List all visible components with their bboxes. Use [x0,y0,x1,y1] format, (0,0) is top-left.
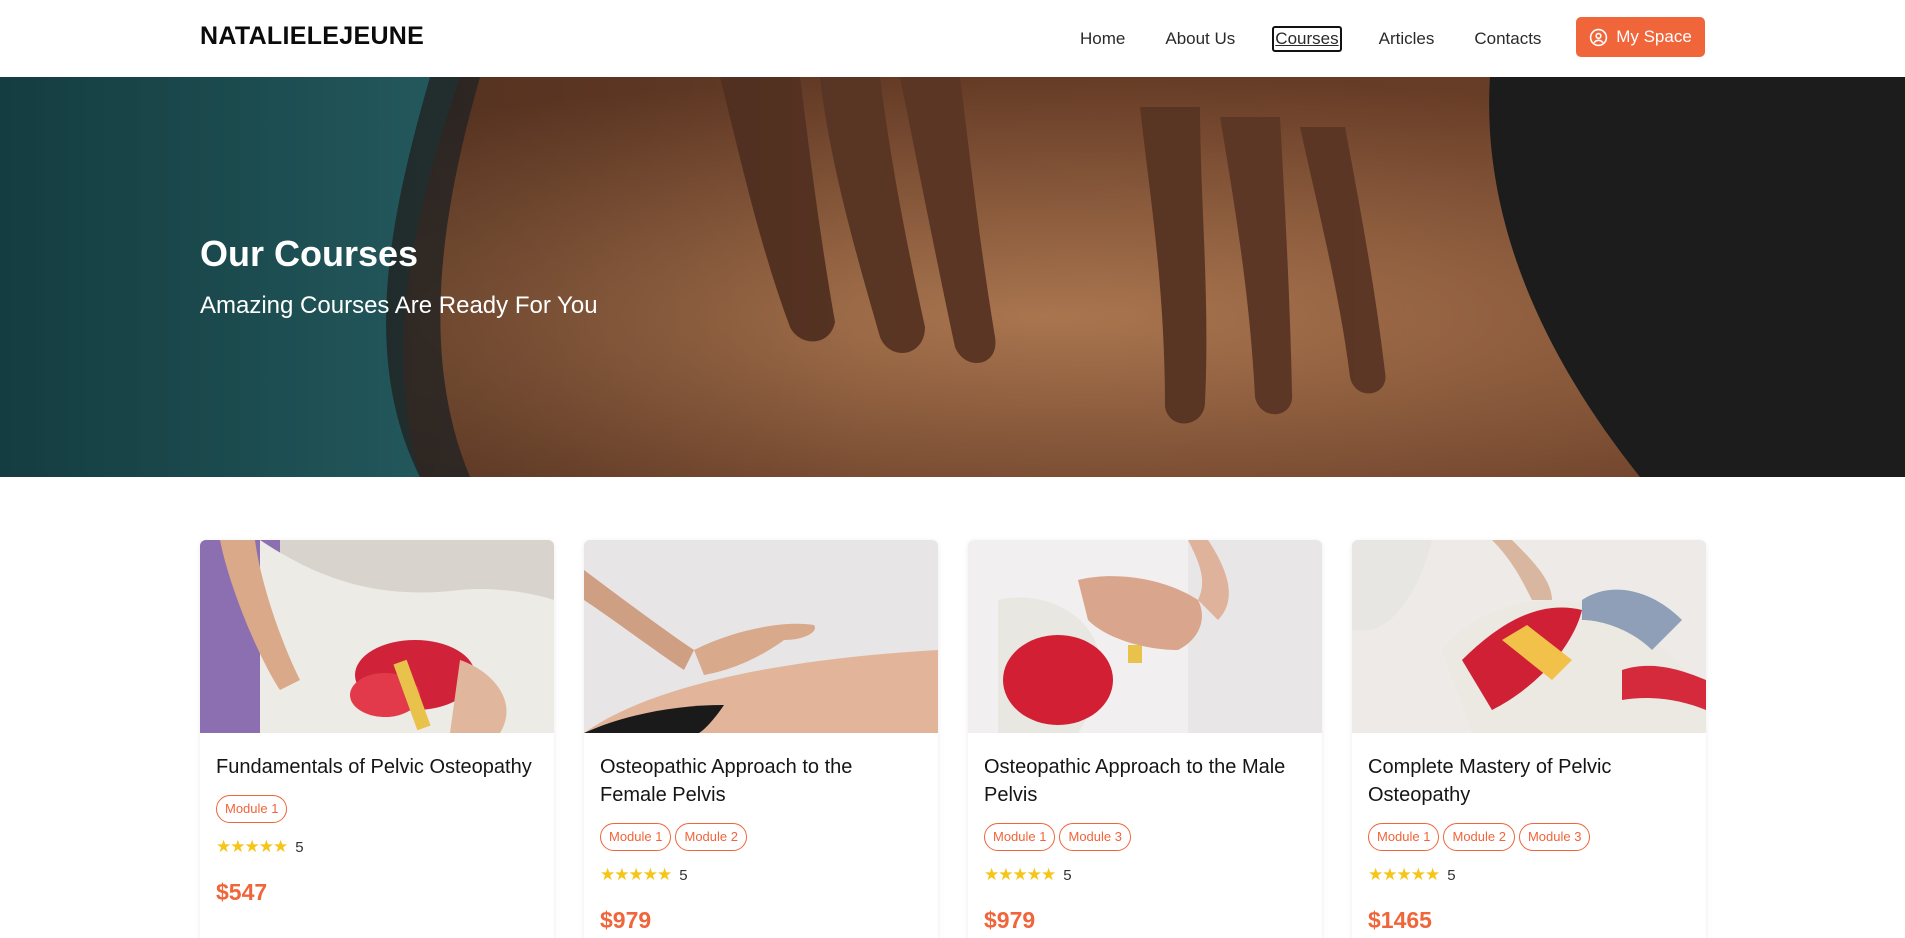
module-tags: Module 1 Module 2 Module 3 [1368,823,1690,851]
module-tag: Module 1 [984,823,1056,851]
course-card[interactable]: Complete Mastery of Pelvic Osteopathy Mo… [1352,540,1706,938]
course-rating: ★★★★★ 5 [1368,865,1690,885]
course-rating: ★★★★★ 5 [216,837,538,857]
site-header: NATALIELEJEUNE Home About Us Courses Art… [0,0,1905,77]
course-title[interactable]: Osteopathic Approach to the Male Pelvis [984,753,1306,809]
course-card[interactable]: Fundamentals of Pelvic Osteopathy Module… [200,540,554,938]
brand-logo[interactable]: NATALIELEJEUNE [200,22,424,51]
main-nav: Home About Us Courses Articles Contacts [1080,0,1611,77]
module-tag: Module 1 [216,795,288,823]
module-tag: Module 2 [1443,823,1515,851]
page-subtitle: Amazing Courses Are Ready For You [200,292,598,319]
course-title[interactable]: Osteopathic Approach to the Female Pelvi… [600,753,922,809]
course-image[interactable] [1352,540,1706,733]
nav-about-us[interactable]: About Us [1165,28,1235,50]
user-circle-icon [1589,28,1608,46]
my-space-label: My Space [1616,27,1692,46]
course-image[interactable] [584,540,938,733]
module-tag: Module 1 [1368,823,1440,851]
star-icon: ★★★★★ [600,865,672,884]
course-image[interactable] [968,540,1322,733]
my-space-button[interactable]: My Space [1576,17,1705,57]
star-icon: ★★★★★ [1368,865,1440,884]
course-card[interactable]: Osteopathic Approach to the Female Pelvi… [584,540,938,938]
hero-background-image [0,77,1905,477]
rating-value: 5 [679,866,688,884]
module-tag: Module 2 [675,823,747,851]
module-tag: Module 3 [1518,823,1591,851]
rating-value: 5 [295,838,304,856]
course-price: $1465 [1368,907,1432,933]
course-rating: ★★★★★ 5 [984,865,1306,885]
module-tag: Module 1 [600,823,672,851]
star-icon: ★★★★★ [984,865,1056,884]
rating-value: 5 [1063,866,1072,884]
nav-contacts[interactable]: Contacts [1474,28,1541,50]
star-icon: ★★★★★ [216,837,288,856]
course-price: $547 [216,879,268,905]
module-tags: Module 1 [216,795,538,823]
course-title[interactable]: Complete Mastery of Pelvic Osteopathy [1368,753,1690,809]
module-tags: Module 1 Module 3 [984,823,1306,851]
rating-value: 5 [1447,866,1456,884]
nav-home[interactable]: Home [1080,28,1125,50]
course-price: $979 [984,907,1036,933]
course-image[interactable] [200,540,554,733]
course-list: Fundamentals of Pelvic Osteopathy Module… [200,540,1706,938]
nav-articles[interactable]: Articles [1379,28,1435,50]
course-title[interactable]: Fundamentals of Pelvic Osteopathy [216,753,538,781]
module-tags: Module 1 Module 2 [600,823,922,851]
course-rating: ★★★★★ 5 [600,865,922,885]
module-tag: Module 3 [1059,823,1131,851]
course-card[interactable]: Osteopathic Approach to the Male Pelvis … [968,540,1322,938]
nav-courses[interactable]: Courses [1272,25,1342,52]
course-price: $979 [600,907,652,933]
page-title: Our Courses [200,233,419,274]
hero-banner: Our Courses Amazing Courses Are Ready Fo… [0,77,1905,477]
